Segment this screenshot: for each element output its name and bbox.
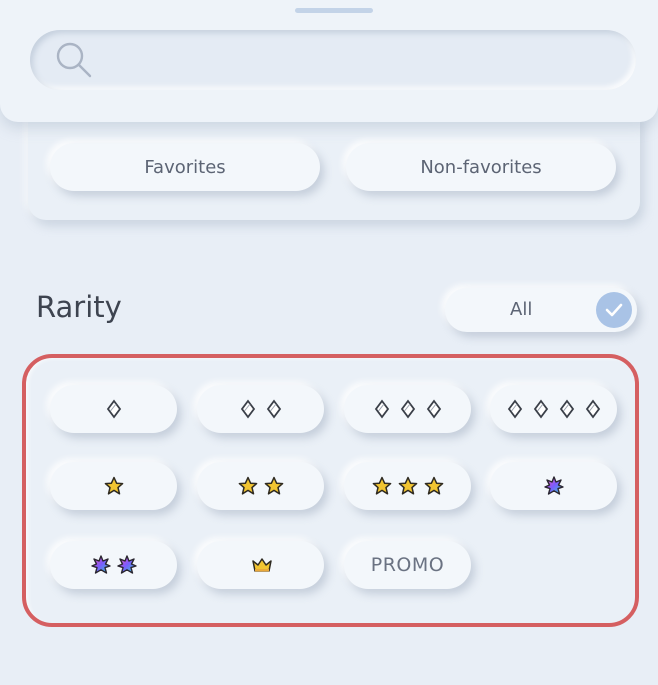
non-favorites-button[interactable]: Non-favorites bbox=[346, 143, 616, 191]
diamond-icon bbox=[505, 399, 525, 419]
shiny-star-icon bbox=[543, 476, 564, 496]
rarity-heading: Rarity bbox=[36, 290, 122, 324]
crown-icon bbox=[251, 555, 272, 575]
star-icon bbox=[398, 476, 418, 496]
diamond-icon bbox=[531, 399, 551, 419]
star-icon bbox=[104, 476, 124, 496]
star-icon bbox=[264, 476, 284, 496]
check-icon bbox=[596, 292, 632, 328]
diamond-icon bbox=[398, 399, 418, 419]
star-icon bbox=[238, 476, 258, 496]
rarity-option-crown-1[interactable] bbox=[197, 541, 324, 589]
diamond-icon bbox=[238, 399, 258, 419]
star-icon bbox=[372, 476, 392, 496]
all-label: All bbox=[510, 299, 533, 320]
drag-handle[interactable] bbox=[295, 8, 373, 13]
rarity-option-star-1[interactable] bbox=[50, 462, 177, 510]
diamond-icon bbox=[424, 399, 444, 419]
search-icon bbox=[54, 40, 94, 80]
search-panel bbox=[0, 0, 658, 122]
diamond-icon bbox=[372, 399, 392, 419]
rarity-option-diamond-2[interactable] bbox=[197, 385, 324, 433]
rarity-option-shiny-star-2[interactable] bbox=[50, 541, 177, 589]
rarity-option-diamond-1[interactable] bbox=[50, 385, 177, 433]
diamond-icon bbox=[583, 399, 603, 419]
shiny-star-icon bbox=[90, 555, 111, 575]
rarity-all-toggle[interactable]: All bbox=[445, 288, 637, 332]
shiny-star-icon bbox=[116, 555, 137, 575]
rarity-option-diamond-4[interactable] bbox=[490, 385, 617, 433]
rarity-option-star-2[interactable] bbox=[197, 462, 324, 510]
star-icon bbox=[424, 476, 444, 496]
rarity-option-star-3[interactable] bbox=[344, 462, 471, 510]
diamond-icon bbox=[264, 399, 284, 419]
search-bar[interactable] bbox=[30, 30, 636, 90]
rarity-option-diamond-3[interactable] bbox=[344, 385, 471, 433]
promo-label: PROMO bbox=[370, 554, 445, 576]
search-input[interactable] bbox=[94, 30, 636, 90]
favorites-button[interactable]: Favorites bbox=[50, 143, 320, 191]
rarity-option-promo[interactable]: PROMO bbox=[344, 541, 471, 589]
diamond-icon bbox=[104, 399, 124, 419]
rarity-option-shiny-star-1[interactable] bbox=[490, 462, 617, 510]
diamond-icon bbox=[557, 399, 577, 419]
